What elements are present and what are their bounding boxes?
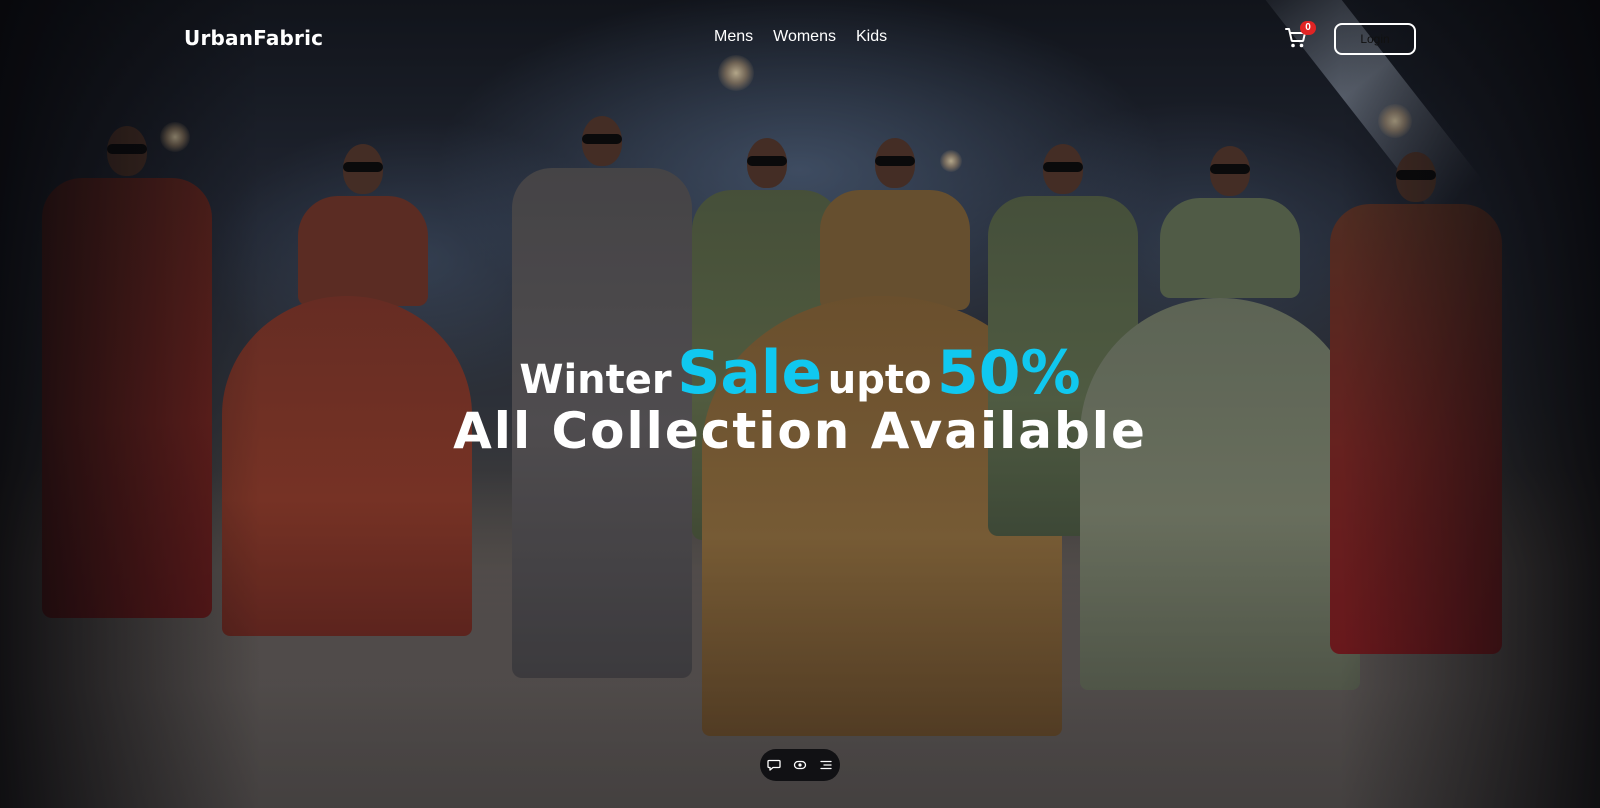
navbar: UrbanFabric Mens Womens Kids 0 Login: [0, 0, 1600, 78]
page: UrbanFabric Mens Womens Kids 0 Login Win…: [0, 0, 1600, 808]
nav-link-mens[interactable]: Mens: [714, 28, 753, 46]
hero-discount: 50%: [937, 338, 1081, 408]
hero-word-winter: Winter: [519, 357, 672, 403]
floating-toolbar: [760, 749, 840, 781]
brand-logo[interactable]: UrbanFabric: [184, 26, 323, 50]
login-button[interactable]: Login: [1334, 23, 1416, 55]
nav-link-kids[interactable]: Kids: [856, 28, 887, 46]
hero-word-sale: Sale: [677, 338, 823, 408]
view-icon[interactable]: [792, 757, 808, 773]
comment-icon[interactable]: [766, 757, 782, 773]
hero-word-upto: upto: [827, 357, 932, 403]
hero-subheadline: All Collection Available: [453, 402, 1147, 460]
nav-link-womens[interactable]: Womens: [773, 28, 836, 46]
nav-links: Mens Womens Kids: [714, 28, 887, 46]
menu-icon[interactable]: [818, 757, 834, 773]
hero-headline: Winter Sale upto 50%: [0, 338, 1600, 408]
cart-count-badge: 0: [1300, 21, 1316, 35]
